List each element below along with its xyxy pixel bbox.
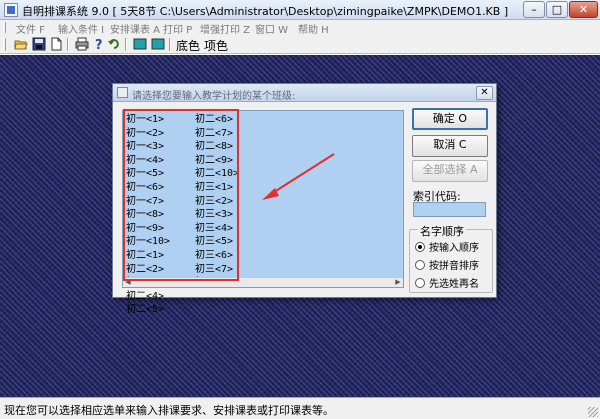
list-item[interactable]: 初二<1> — [126, 249, 186, 263]
toolbar-grip — [3, 38, 6, 51]
list-item[interactable]: 初三<2> — [195, 195, 255, 209]
class-listbox[interactable]: 初一<1> 初一<2> 初一<3> 初一<4> 初一<5> 初一<6> 初一<7… — [122, 110, 404, 315]
scroll-left-icon[interactable]: ◀ — [123, 278, 133, 287]
radio-pinyin-order[interactable]: 按拼音排序 — [415, 257, 479, 272]
menu-enhanced-print[interactable]: 增强打印 Z — [200, 21, 250, 36]
menu-input-conditions[interactable]: 输入条件 I — [58, 21, 104, 36]
list-item[interactable]: 初一<10> — [126, 235, 186, 249]
menu-print[interactable]: 打印 P — [163, 21, 192, 36]
radio-label: 按拼音排序 — [429, 261, 479, 272]
minimize-button[interactable]: – — [523, 1, 545, 18]
radio-input-order[interactable]: 按输入顺序 — [415, 239, 479, 254]
list-item[interactable]: 初一<7> — [126, 195, 186, 209]
color-block-icon[interactable] — [133, 37, 147, 51]
list-item[interactable]: 初三<7> — [195, 263, 255, 277]
horizontal-scrollbar[interactable]: ◀ ▶ — [123, 277, 403, 287]
toolbar: ? 底色 项色 — [0, 35, 600, 54]
name-order-legend: 名字顺序 — [418, 223, 466, 239]
app-icon — [4, 3, 18, 17]
class-select-dialog: 请选择您要输入教学计划的某个班级: ✕ 初一<1> 初一<2> 初一<3> 初一… — [112, 83, 497, 315]
save-disk-icon[interactable] — [32, 37, 46, 51]
menu-arrange-schedule[interactable]: 安排课表 A — [110, 21, 160, 36]
list-item[interactable]: 初二<5> — [126, 303, 186, 317]
menu-window[interactable]: 窗口 W — [255, 21, 288, 36]
list-item[interactable]: 初三<6> — [195, 249, 255, 263]
class-list-column-2: 初二<6> 初二<7> 初二<8> 初二<9> 初二<10> 初三<1> 初三<… — [195, 113, 255, 290]
list-item[interactable]: 初三<1> — [195, 181, 255, 195]
menubar-grip — [3, 22, 6, 33]
dialog-icon — [117, 87, 128, 98]
resize-grip-icon[interactable] — [588, 407, 598, 417]
list-item[interactable]: 初一<1> — [126, 113, 186, 127]
radio-icon[interactable] — [415, 278, 425, 288]
menu-help[interactable]: 帮助 H — [298, 21, 329, 36]
cancel-button[interactable]: 取消 C — [412, 135, 488, 157]
list-item[interactable]: 初二<6> — [195, 113, 255, 127]
undo-arrow-icon[interactable] — [107, 37, 121, 51]
window-title: 自明排课系统 9.0 [ 5天8节 C:\Users\Administrator… — [22, 5, 509, 18]
radio-label: 先选姓再名 — [429, 279, 479, 290]
open-folder-icon[interactable] — [14, 37, 28, 51]
list-item[interactable]: 初二<7> — [195, 127, 255, 141]
menubar: 文件 F 输入条件 I 安排课表 A 打印 P 增强打印 Z 窗口 W 帮助 H — [0, 20, 600, 36]
scroll-right-icon[interactable]: ▶ — [393, 278, 403, 287]
name-order-group: 名字顺序 按输入顺序 按拼音排序 先选姓再名 — [409, 223, 493, 293]
list-item[interactable]: 初一<5> — [126, 167, 186, 181]
close-button[interactable]: ✕ — [569, 1, 598, 18]
list-item[interactable]: 初二<4> — [126, 290, 186, 304]
radio-surname-first[interactable]: 先选姓再名 — [415, 275, 479, 290]
window-titlebar[interactable]: 自明排课系统 9.0 [ 5天8节 C:\Users\Administrator… — [0, 0, 600, 20]
background-color-button[interactable]: 底色 — [176, 37, 200, 54]
list-item[interactable]: 初二<2> — [126, 263, 186, 277]
list-item[interactable]: 初一<6> — [126, 181, 186, 195]
select-all-button[interactable]: 全部选择 A — [412, 160, 488, 182]
list-item[interactable]: 初二<9> — [195, 154, 255, 168]
toolbar-separator — [125, 38, 127, 51]
dialog-title: 请选择您要输入教学计划的某个班级: — [132, 91, 296, 102]
list-item[interactable]: 初二<8> — [195, 140, 255, 154]
radio-icon[interactable] — [415, 260, 425, 270]
color-block-icon[interactable] — [151, 37, 165, 51]
list-item[interactable]: 初一<2> — [126, 127, 186, 141]
list-item[interactable]: 初一<9> — [126, 222, 186, 236]
toolbar-separator — [67, 38, 69, 51]
toolbar-separator — [169, 38, 171, 51]
item-color-button[interactable]: 项色 — [204, 37, 228, 54]
new-page-icon[interactable] — [49, 37, 63, 51]
dialog-close-button[interactable]: ✕ — [476, 86, 493, 100]
statusbar: 现在您可以选择相应选单来输入排课要求、安排课表或打印课表等。 — [0, 397, 600, 419]
menu-file[interactable]: 文件 F — [16, 21, 45, 36]
list-item[interactable]: 初一<4> — [126, 154, 186, 168]
status-text: 现在您可以选择相应选单来输入排课要求、安排课表或打印课表等。 — [4, 404, 334, 417]
list-item[interactable]: 初三<3> — [195, 208, 255, 222]
list-item[interactable]: 初三<5> — [195, 235, 255, 249]
radio-label: 按输入顺序 — [429, 243, 479, 254]
printer-icon[interactable] — [75, 37, 89, 51]
ok-button[interactable]: 确定 O — [412, 108, 488, 130]
maximize-button[interactable]: □ — [546, 1, 568, 18]
list-item[interactable]: 初一<3> — [126, 140, 186, 154]
radio-icon[interactable] — [415, 242, 425, 252]
help-icon[interactable]: ? — [92, 37, 106, 51]
list-item[interactable]: 初一<8> — [126, 208, 186, 222]
index-code-input[interactable] — [413, 202, 486, 217]
dialog-titlebar[interactable]: 请选择您要输入教学计划的某个班级: ✕ — [113, 84, 496, 102]
svg-text:?: ? — [95, 38, 103, 51]
list-item[interactable]: 初二<10> — [195, 167, 255, 181]
list-item[interactable]: 初三<4> — [195, 222, 255, 236]
